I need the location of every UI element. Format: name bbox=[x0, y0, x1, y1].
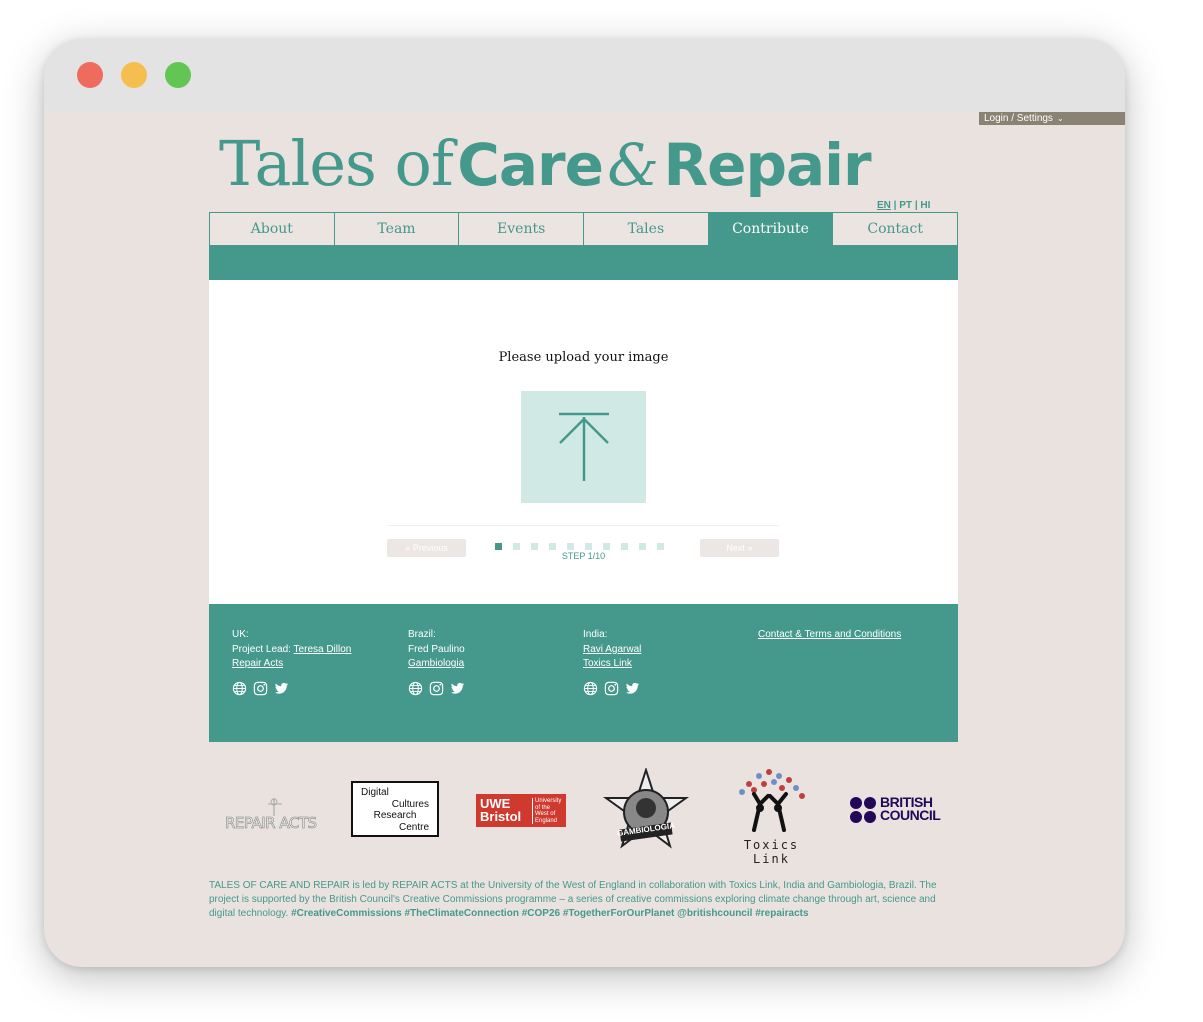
step-indicator bbox=[495, 543, 675, 550]
gambiologia-star-icon bbox=[602, 766, 690, 849]
tab-tales[interactable]: Tales bbox=[584, 213, 709, 245]
lang-hi[interactable]: HI bbox=[920, 200, 930, 211]
dcrc-line-2: Cultures bbox=[391, 798, 429, 810]
step-dot bbox=[603, 543, 610, 550]
repair-acts-wordmark: REPAIR ACTS bbox=[225, 814, 318, 833]
footer-india-heading: India: bbox=[583, 629, 608, 640]
british-council-line-2: COUNCIL bbox=[880, 807, 941, 823]
language-switcher: EN | PT | HI bbox=[877, 200, 931, 211]
tab-about[interactable]: About bbox=[210, 213, 335, 245]
uwe-sub-1: University bbox=[535, 798, 562, 804]
uwe-bristol-logo[interactable]: UWE Bristol University of the West of En… bbox=[476, 794, 566, 827]
footer-uk-org-link[interactable]: Repair Acts bbox=[232, 658, 283, 669]
toxics-wordmark: Toxics Link bbox=[743, 838, 800, 866]
nav-banner bbox=[209, 246, 958, 280]
contribute-panel: Please upload your image « Previous STEP… bbox=[209, 280, 958, 604]
site-title[interactable]: Tales of Care & Repair bbox=[219, 124, 949, 221]
title-ampersand: & bbox=[607, 131, 660, 199]
partner-logos: REPAIR ACTS Digital Cultures Research Ce… bbox=[209, 764, 958, 866]
gambiologia-logo[interactable]: GAMBIOLOGIA bbox=[602, 766, 690, 856]
upload-arrow-icon bbox=[558, 412, 609, 481]
dcrc-line-3: Research bbox=[373, 810, 417, 821]
british-council-dots-icon bbox=[850, 797, 876, 823]
site-footer: UK: Project Lead: Teresa Dillon Repair A… bbox=[209, 604, 958, 742]
minimize-window-button[interactable] bbox=[121, 62, 147, 88]
instagram-icon[interactable] bbox=[253, 681, 268, 696]
british-council-logo[interactable]: BRITISH COUNCIL bbox=[849, 794, 944, 824]
main-nav: About Team Events Tales Contribute Conta… bbox=[209, 212, 958, 246]
footer-contact: Contact & Terms and Conditions bbox=[758, 628, 901, 643]
footer-brazil-heading: Brazil: bbox=[408, 629, 436, 640]
step-dot bbox=[621, 543, 628, 550]
close-window-button[interactable] bbox=[77, 62, 103, 88]
login-settings-label: Login / Settings bbox=[984, 113, 1053, 124]
step-dot bbox=[657, 543, 664, 550]
globe-icon[interactable] bbox=[583, 681, 598, 696]
twitter-icon[interactable] bbox=[450, 681, 465, 696]
lang-pt[interactable]: PT bbox=[899, 200, 912, 211]
footer-india-person-link[interactable]: Ravi Agarwal bbox=[583, 644, 641, 655]
browser-window: Login / Settings ⌄ Tales of Care & Repair… bbox=[44, 39, 1125, 967]
footer-india: India: Ravi Agarwal Toxics Link bbox=[583, 628, 641, 696]
globe-icon[interactable] bbox=[232, 681, 247, 696]
tab-events[interactable]: Events bbox=[459, 213, 585, 245]
title-part-care: Care bbox=[457, 131, 604, 199]
about-hashtags[interactable]: #CreativeCommissions #TheClimateConnecti… bbox=[291, 908, 808, 919]
upload-prompt: Please upload your image bbox=[498, 350, 669, 365]
step-dot bbox=[495, 543, 502, 550]
toxics-tree-icon bbox=[739, 769, 805, 832]
image-upload-dropzone[interactable] bbox=[521, 391, 646, 503]
footer-uk-heading: UK: bbox=[232, 629, 249, 640]
login-settings-menu[interactable]: Login / Settings ⌄ bbox=[979, 112, 1125, 125]
step-dot bbox=[531, 543, 538, 550]
footer-uk: UK: Project Lead: Teresa Dillon Repair A… bbox=[232, 628, 351, 696]
tab-team[interactable]: Team bbox=[334, 213, 460, 245]
instagram-icon[interactable] bbox=[604, 681, 619, 696]
dcrc-line-1: Digital bbox=[361, 787, 389, 798]
step-divider bbox=[387, 525, 779, 526]
step-dot bbox=[585, 543, 592, 550]
lang-en[interactable]: EN bbox=[877, 200, 891, 211]
about-text: TALES OF CARE AND REPAIR is led by REPAI… bbox=[209, 879, 959, 921]
instagram-icon[interactable] bbox=[429, 681, 444, 696]
footer-india-org-link[interactable]: Toxics Link bbox=[583, 658, 632, 669]
footer-brazil: Brazil: Fred Paulino Gambiologia bbox=[408, 628, 465, 696]
footer-uk-lead-prefix: Project Lead: bbox=[232, 643, 291, 655]
footer-brazil-person: Fred Paulino bbox=[408, 643, 465, 655]
step-dot bbox=[549, 543, 556, 550]
uwe-main-2: Bristol bbox=[480, 809, 522, 824]
dcrc-line-4: Centre bbox=[398, 821, 429, 833]
step-label: STEP 1/10 bbox=[561, 551, 606, 561]
chevron-down-icon: ⌄ bbox=[1056, 114, 1064, 123]
maximize-window-button[interactable] bbox=[165, 62, 191, 88]
next-button[interactable]: Next » bbox=[700, 539, 779, 557]
tab-contribute[interactable]: Contribute bbox=[708, 213, 834, 245]
step-dot bbox=[639, 543, 646, 550]
dcrc-logo[interactable]: Digital Cultures Research Centre bbox=[351, 781, 439, 837]
tab-contact[interactable]: Contact bbox=[833, 213, 958, 245]
window-titlebar bbox=[44, 39, 1125, 112]
footer-uk-lead-link[interactable]: Teresa Dillon bbox=[294, 644, 352, 655]
step-dot bbox=[513, 543, 520, 550]
uwe-sub-4: England bbox=[535, 817, 558, 824]
twitter-icon[interactable] bbox=[625, 681, 640, 696]
globe-icon[interactable] bbox=[408, 681, 423, 696]
step-dot bbox=[567, 543, 574, 550]
title-part-repair: Repair bbox=[663, 131, 871, 199]
toxics-link-logo[interactable]: Toxics Link bbox=[724, 764, 819, 866]
title-part-tales: Tales of bbox=[219, 127, 454, 200]
twitter-icon[interactable] bbox=[274, 681, 289, 696]
footer-brazil-org-link[interactable]: Gambiologia bbox=[408, 658, 464, 669]
repair-acts-logo[interactable]: REPAIR ACTS bbox=[224, 794, 319, 834]
contact-terms-link[interactable]: Contact & Terms and Conditions bbox=[758, 629, 901, 640]
